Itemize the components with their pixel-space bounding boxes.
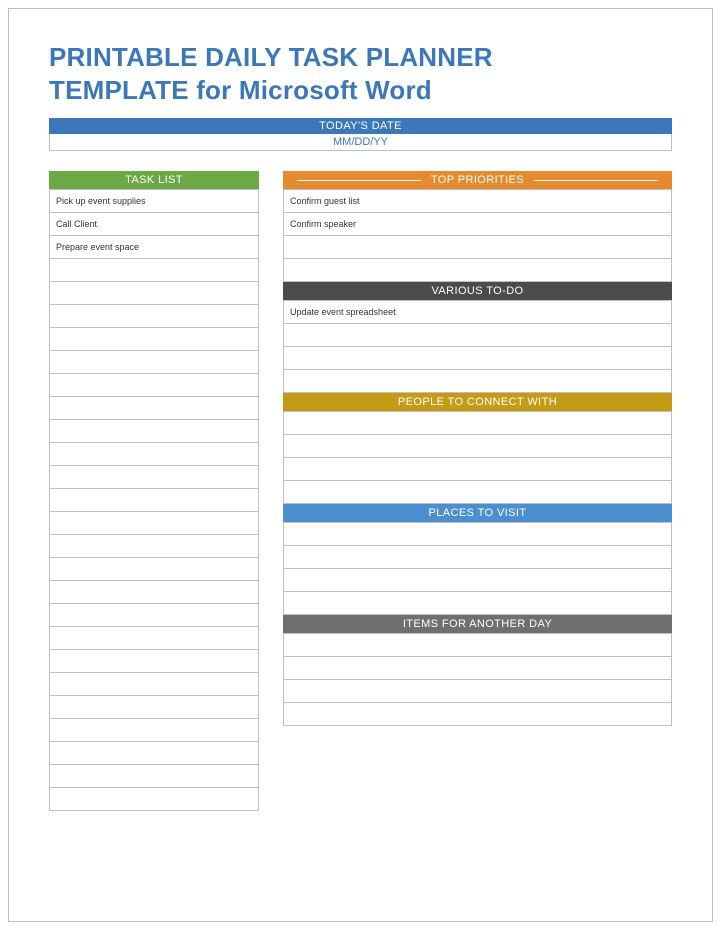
table-cell	[50, 650, 259, 673]
places-visit-header: PLACES TO VISIT	[283, 504, 672, 522]
table-cell	[284, 546, 672, 569]
table-cell	[50, 305, 259, 328]
table-cell	[50, 604, 259, 627]
table-cell	[50, 627, 259, 650]
table-cell	[50, 742, 259, 765]
right-column: TOP PRIORITIES Confirm guest list Confir…	[283, 171, 672, 811]
task-list-table: Pick up event supplies Call Client Prepa…	[49, 189, 259, 811]
table-cell	[50, 328, 259, 351]
table-cell	[50, 443, 259, 466]
table-cell	[284, 259, 672, 282]
table-cell: Pick up event supplies	[50, 190, 259, 213]
table-cell	[284, 634, 672, 657]
table-cell	[284, 435, 672, 458]
table-cell: Update event spreadsheet	[284, 301, 672, 324]
table-cell	[50, 374, 259, 397]
table-cell	[284, 703, 672, 726]
table-cell	[50, 420, 259, 443]
table-cell	[50, 673, 259, 696]
title-line-2: TEMPLATE for Microsoft Word	[49, 75, 432, 105]
table-cell	[50, 466, 259, 489]
people-connect-table	[283, 411, 672, 504]
people-connect-section: PEOPLE TO CONNECT WITH	[283, 393, 672, 504]
table-cell: Confirm speaker	[284, 213, 672, 236]
date-header: TODAY'S DATE	[49, 118, 672, 134]
page: PRINTABLE DAILY TASK PLANNER TEMPLATE fo…	[8, 8, 713, 922]
table-cell	[284, 347, 672, 370]
table-cell	[284, 569, 672, 592]
title-line-1: PRINTABLE DAILY TASK PLANNER	[49, 42, 493, 72]
table-cell	[50, 696, 259, 719]
table-cell	[284, 370, 672, 393]
table-cell	[284, 657, 672, 680]
table-cell	[50, 535, 259, 558]
items-another-day-table	[283, 633, 672, 726]
table-cell	[50, 719, 259, 742]
left-column: TASK LIST Pick up event supplies Call Cl…	[49, 171, 259, 811]
various-todo-section: VARIOUS TO-DO Update event spreadsheet	[283, 282, 672, 393]
various-todo-table: Update event spreadsheet	[283, 300, 672, 393]
table-cell: Call Client	[50, 213, 259, 236]
top-priorities-table: Confirm guest list Confirm speaker	[283, 189, 672, 282]
table-cell	[50, 788, 259, 811]
table-cell	[284, 412, 672, 435]
places-visit-section: PLACES TO VISIT	[283, 504, 672, 615]
top-priorities-section: TOP PRIORITIES Confirm guest list Confir…	[283, 171, 672, 282]
table-cell	[284, 236, 672, 259]
table-cell	[284, 592, 672, 615]
various-todo-header: VARIOUS TO-DO	[283, 282, 672, 300]
table-cell	[50, 282, 259, 305]
top-priorities-header: TOP PRIORITIES	[283, 171, 672, 189]
table-cell	[284, 324, 672, 347]
document-title: PRINTABLE DAILY TASK PLANNER TEMPLATE fo…	[49, 41, 672, 106]
columns: TASK LIST Pick up event supplies Call Cl…	[49, 171, 672, 811]
table-cell	[50, 581, 259, 604]
top-priorities-header-label: TOP PRIORITIES	[431, 174, 524, 186]
table-cell	[50, 397, 259, 420]
places-visit-table	[283, 522, 672, 615]
table-cell	[50, 512, 259, 535]
people-connect-header: PEOPLE TO CONNECT WITH	[283, 393, 672, 411]
date-value: MM/DD/YY	[49, 134, 672, 151]
items-another-day-header: ITEMS FOR ANOTHER DAY	[283, 615, 672, 633]
table-cell	[284, 481, 672, 504]
table-cell	[50, 558, 259, 581]
table-cell	[284, 458, 672, 481]
table-cell	[50, 765, 259, 788]
table-cell	[284, 523, 672, 546]
task-list-header: TASK LIST	[49, 171, 259, 189]
items-another-day-section: ITEMS FOR ANOTHER DAY	[283, 615, 672, 726]
table-cell	[50, 259, 259, 282]
table-cell: Prepare event space	[50, 236, 259, 259]
date-bar: TODAY'S DATE MM/DD/YY	[49, 118, 672, 151]
table-cell	[284, 680, 672, 703]
table-cell: Confirm guest list	[284, 190, 672, 213]
table-cell	[50, 489, 259, 512]
table-cell	[50, 351, 259, 374]
task-list-section: TASK LIST Pick up event supplies Call Cl…	[49, 171, 259, 811]
